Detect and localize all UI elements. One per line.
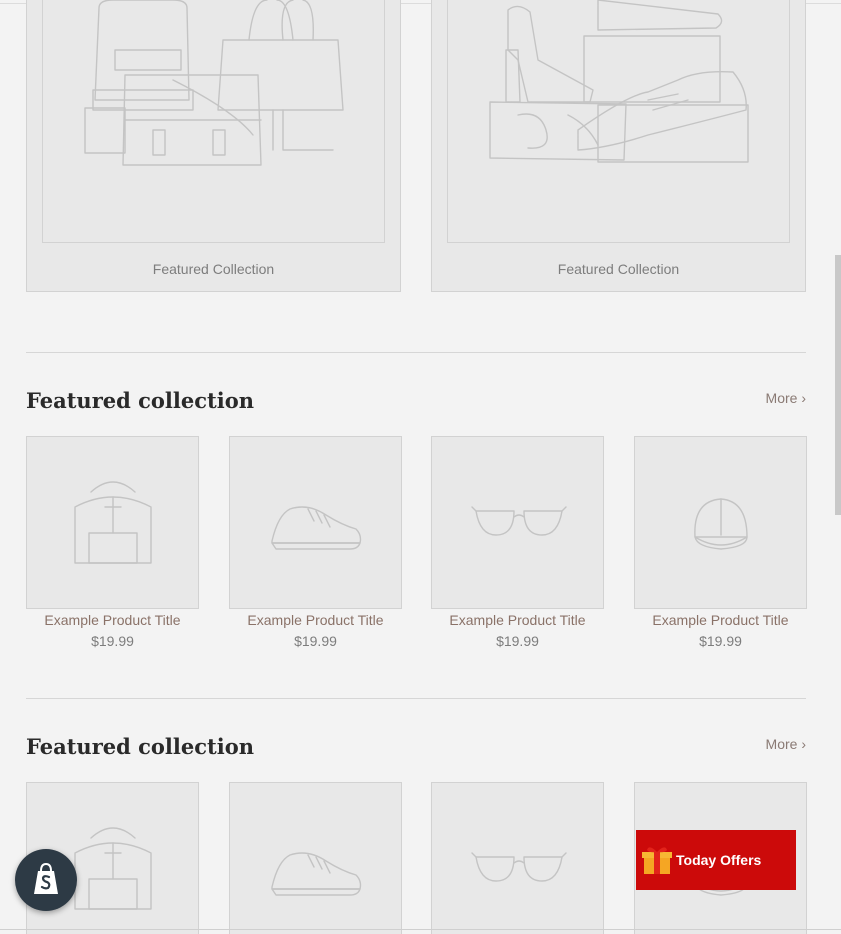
collection-image: [447, 0, 790, 243]
product-card[interactable]: Example Product Title $19.99: [229, 436, 402, 649]
glasses-icon: [471, 506, 567, 536]
bags-illustration-icon: [84, 0, 344, 166]
product-price: $19.99: [496, 633, 539, 649]
today-offers-label: Today Offers: [676, 852, 762, 868]
product-price: $19.99: [699, 633, 742, 649]
product-card[interactable]: [431, 782, 604, 934]
today-offers-button[interactable]: Today Offers: [636, 830, 796, 890]
section-title: Featured collection: [26, 388, 254, 413]
product-title[interactable]: Example Product Title: [229, 612, 402, 628]
product-card[interactable]: Example Product Title $19.99: [26, 436, 199, 649]
shopify-bag-icon: [34, 862, 58, 894]
section-divider: [26, 698, 806, 699]
section-divider: [26, 352, 806, 353]
collection-image: [42, 0, 385, 243]
backpack-icon: [74, 481, 152, 564]
more-link[interactable]: More ›: [766, 736, 806, 752]
gift-icon: [642, 847, 672, 874]
product-title[interactable]: Example Product Title: [634, 612, 807, 628]
section-title: Featured collection: [26, 734, 254, 759]
product-card[interactable]: Example Product Title $19.99: [431, 436, 604, 649]
product-image[interactable]: [634, 436, 807, 609]
scrollbar-thumb[interactable]: [835, 255, 841, 515]
shoes-illustration-icon: [489, 0, 749, 163]
product-image[interactable]: [431, 782, 604, 934]
collection-caption: Featured Collection: [557, 261, 680, 277]
bottom-border: [0, 929, 841, 930]
sneaker-icon: [271, 506, 362, 550]
product-price: $19.99: [294, 633, 337, 649]
product-image[interactable]: [229, 782, 402, 934]
product-title[interactable]: Example Product Title: [26, 612, 199, 628]
product-card[interactable]: [229, 782, 402, 934]
collection-caption: Featured Collection: [152, 261, 275, 277]
shopify-badge-button[interactable]: [15, 849, 77, 911]
sneaker-icon: [271, 852, 362, 896]
product-card[interactable]: Example Product Title $19.99: [634, 436, 807, 649]
product-image[interactable]: [26, 436, 199, 609]
product-image[interactable]: [431, 436, 604, 609]
product-image[interactable]: [229, 436, 402, 609]
product-title[interactable]: Example Product Title: [431, 612, 604, 628]
product-price: $19.99: [91, 633, 134, 649]
more-link[interactable]: More ›: [766, 390, 806, 406]
collection-card-shoes[interactable]: Featured Collection: [431, 0, 806, 292]
cap-icon: [694, 498, 748, 550]
collection-card-bags[interactable]: Featured Collection: [26, 0, 401, 292]
glasses-icon: [471, 852, 567, 882]
